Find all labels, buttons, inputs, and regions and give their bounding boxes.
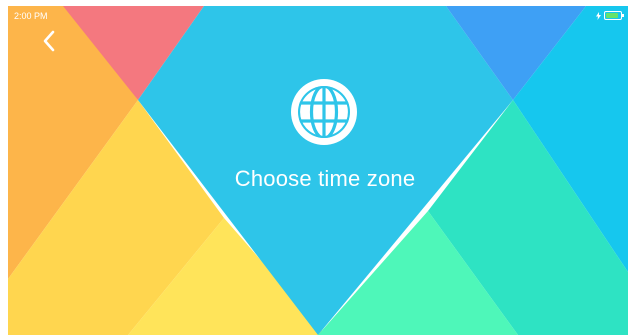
status-time: 2:00 PM [14, 11, 48, 21]
status-icons [596, 11, 624, 20]
back-button[interactable] [36, 26, 62, 56]
battery-level-fill [606, 13, 618, 18]
globe-icon [291, 79, 357, 145]
battery-nub [622, 14, 624, 17]
battery-icon [604, 11, 624, 20]
bolt-icon [596, 11, 601, 20]
status-bar: 2:00 PM [8, 6, 628, 26]
screen: 2:00 PM Choose time zone [8, 6, 628, 335]
page-title: Choose time zone [234, 166, 416, 191]
chevron-left-icon [43, 30, 55, 52]
